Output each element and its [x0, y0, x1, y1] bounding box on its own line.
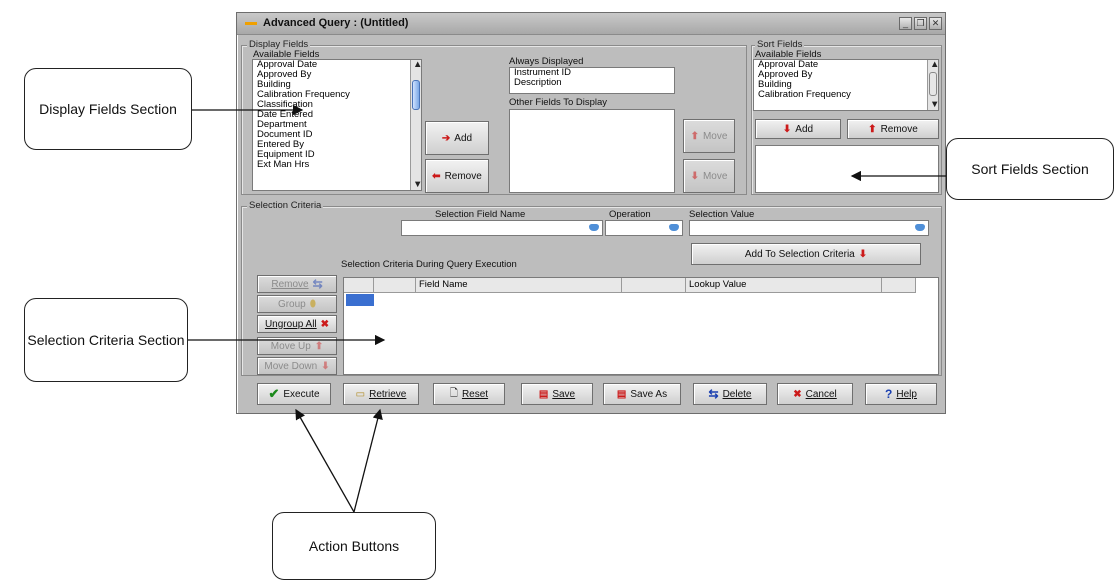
arrow-to-retrieve	[353, 408, 383, 513]
callout-arrows	[188, 104, 946, 513]
arrow-to-execute	[295, 408, 355, 513]
